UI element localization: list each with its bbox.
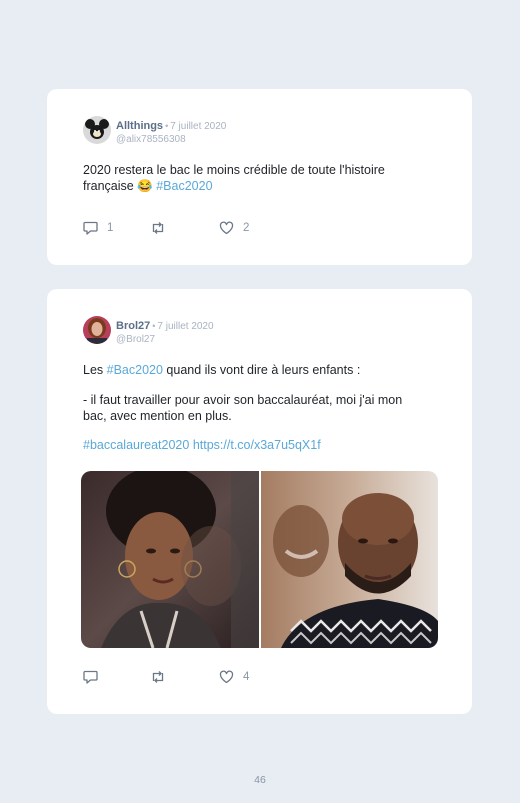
tweet-text: Les #Bac2020 quand ils vont dire à leurs… — [83, 363, 433, 379]
tweet-header: Allthings • 7 juillet 2020 @alix78556308 — [83, 116, 433, 146]
tweet-text-line: bac, avec mention en plus. — [83, 408, 232, 423]
heart-icon — [219, 221, 234, 235]
hashtag-link[interactable]: #baccalaureat2020 — [83, 438, 189, 452]
heart-icon — [219, 670, 234, 684]
tweet-text-fragment: française 😂 — [83, 178, 157, 193]
like-button[interactable]: 4 — [219, 669, 249, 685]
tweet-card: Brol27 • 7 juillet 2020 @Brol27 Les #Bac20… — [47, 289, 472, 714]
tweet-date[interactable]: 7 juillet 2020 — [170, 121, 226, 132]
meta-separator: • — [165, 121, 169, 131]
tweet-header: Brol27 • 7 juillet 2020 @Brol27 — [83, 316, 433, 346]
hashtag-link[interactable]: #Bac2020 — [107, 363, 163, 377]
tweet-quote: - il faut travailler pour avoir son bacc… — [83, 393, 433, 424]
url-link[interactable]: https://t.co/x3a7u5qX1f — [193, 438, 321, 452]
tweet-links: #baccalaureat2020 https://t.co/x3a7u5qX1… — [83, 438, 433, 454]
meme-photo-right[interactable] — [261, 471, 438, 648]
meta-separator: • — [152, 321, 156, 331]
tweet-date[interactable]: 7 juillet 2020 — [157, 321, 213, 332]
like-count: 2 — [243, 222, 250, 234]
tweet-text-line: Les #Bac2020 quand ils vont dire à leurs… — [83, 363, 433, 379]
tweet-meta: Brol27 • 7 juillet 2020 @Brol27 — [116, 318, 416, 346]
meme-photo-left[interactable] — [81, 471, 259, 648]
reply-icon — [83, 221, 98, 235]
retweet-icon — [152, 671, 164, 683]
reply-button[interactable]: 1 — [83, 220, 113, 236]
tweet-card: Allthings • 7 juillet 2020 @alix78556308 2… — [47, 89, 472, 265]
tweet-meta: Allthings • 7 juillet 2020 @alix78556308 — [116, 118, 416, 146]
author-handle[interactable]: @alix78556308 — [116, 133, 416, 146]
retweet-icon — [152, 222, 164, 234]
tweet-text-line: française 😂 #Bac2020 — [83, 179, 433, 195]
retweet-button[interactable] — [150, 220, 166, 236]
author-name[interactable]: Brol27 — [116, 320, 150, 332]
reply-count: 1 — [107, 222, 114, 234]
tweet-media[interactable] — [81, 471, 438, 648]
author-name[interactable]: Allthings — [116, 120, 163, 132]
hashtag-link[interactable]: #Bac2020 — [156, 179, 212, 193]
tweet-actions: 4 — [83, 669, 283, 685]
woman-avatar-icon — [83, 316, 111, 344]
author-handle[interactable]: @Brol27 — [116, 333, 416, 346]
tweet-text-line: - il faut travailler pour avoir son bacc… — [83, 393, 403, 407]
avatar[interactable] — [83, 316, 111, 344]
reply-icon — [83, 670, 98, 684]
tweet-actions: 1 2 — [83, 220, 283, 236]
reply-button[interactable] — [83, 669, 98, 685]
retweet-button[interactable] — [150, 669, 166, 685]
avatar[interactable] — [83, 116, 111, 144]
tweet-text-fragment: quand ils vont dire à leurs enfants : — [162, 363, 361, 377]
tweet-text: 2020 restera le bac le moins crédible de… — [83, 163, 433, 194]
tweet-text-line: 2020 restera le bac le moins crédible de… — [83, 163, 385, 177]
like-button[interactable]: 2 — [219, 220, 249, 236]
like-count: 4 — [243, 671, 250, 683]
tweet-text-fragment: Les — [83, 363, 107, 377]
mickey-avatar-icon — [83, 116, 111, 144]
page-number: 46 — [254, 774, 266, 786]
